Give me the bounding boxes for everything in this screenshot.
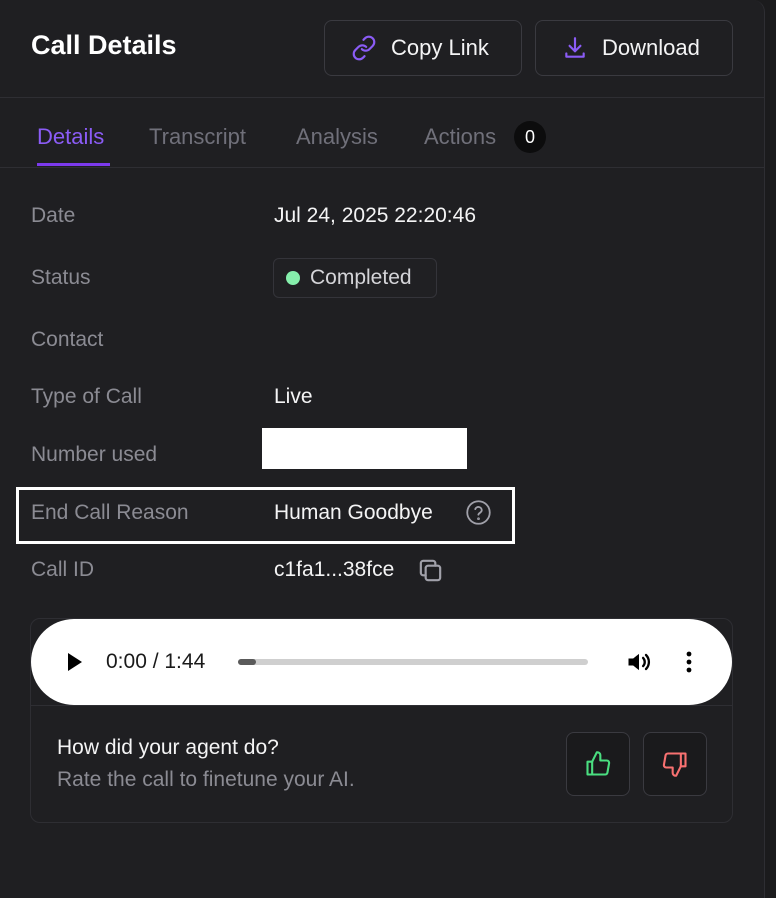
page-title: Call Details	[31, 30, 177, 60]
volume-icon[interactable]	[625, 648, 653, 676]
end-call-reason-value: Human Goodbye	[274, 501, 433, 524]
tab-analysis[interactable]: Analysis	[296, 124, 378, 150]
feedback-subtitle: Rate the call to finetune your AI.	[57, 768, 355, 791]
status-text: Completed	[310, 266, 412, 289]
tab-actions[interactable]: Actions	[424, 124, 496, 150]
panel-header: Call Details Copy Link Download	[0, 0, 764, 98]
download-button[interactable]: Download	[535, 20, 733, 76]
call-id-value: c1fa1...38fce	[274, 558, 395, 581]
help-icon[interactable]	[465, 499, 492, 526]
play-icon[interactable]	[66, 651, 84, 673]
status-badge: Completed	[273, 258, 437, 298]
tab-details[interactable]: Details	[37, 124, 104, 150]
copy-link-button[interactable]: Copy Link	[324, 20, 522, 76]
contact-label: Contact	[31, 328, 104, 351]
playback-time: 0:00 / 1:44	[106, 650, 206, 673]
end-call-reason-label: End Call Reason	[31, 501, 189, 524]
thumbs-up-icon	[586, 751, 611, 776]
tab-transcript[interactable]: Transcript	[149, 124, 246, 150]
feedback-question: How did your agent do?	[57, 736, 279, 759]
playback-progress-fill	[238, 659, 256, 665]
type-of-call-label: Type of Call	[31, 385, 142, 408]
status-label: Status	[31, 266, 91, 289]
playback-progress[interactable]	[238, 659, 588, 665]
active-tab-indicator	[37, 163, 110, 166]
actions-count-badge: 0	[514, 121, 546, 153]
date-label: Date	[31, 204, 76, 227]
download-icon	[565, 37, 585, 58]
thumbs-down-icon	[662, 752, 687, 777]
download-label: Download	[602, 35, 700, 60]
number-used-label: Number used	[31, 443, 158, 466]
status-dot	[286, 271, 300, 285]
card-divider	[31, 705, 732, 706]
call-details-panel: Call Details Copy Link Download Details …	[0, 0, 765, 898]
copy-link-label: Copy Link	[391, 35, 489, 60]
call-id-label: Call ID	[31, 558, 95, 581]
type-of-call-value: Live	[274, 385, 313, 408]
date-value: Jul 24, 2025 22:20:46	[274, 204, 477, 227]
thumbs-down-button[interactable]	[643, 732, 707, 796]
copy-icon[interactable]	[416, 556, 445, 585]
thumbs-up-button[interactable]	[566, 732, 630, 796]
more-vertical-icon[interactable]	[683, 650, 695, 674]
link-icon	[352, 35, 376, 61]
redacted-number	[262, 428, 467, 469]
tab-bar	[0, 98, 764, 168]
